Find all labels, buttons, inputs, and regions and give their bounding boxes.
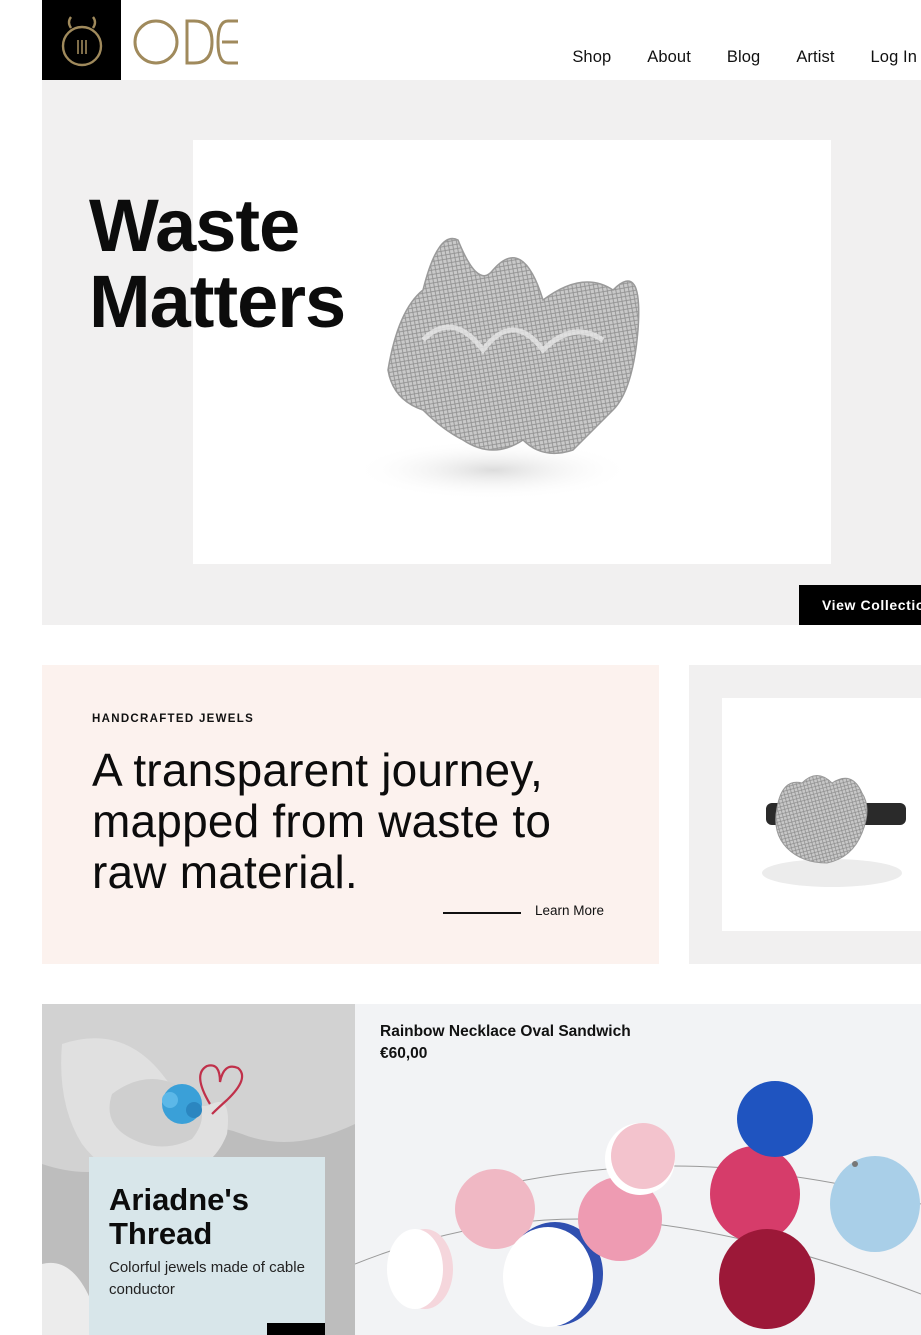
ariadne-title: Ariadne's Thread xyxy=(109,1183,249,1251)
logo-icon[interactable] xyxy=(42,0,121,80)
ariadne-button[interactable] xyxy=(267,1323,325,1335)
product-name[interactable]: Rainbow Necklace Oval Sandwich xyxy=(380,1023,631,1041)
learn-more-line xyxy=(443,912,521,914)
hero-section: Waste Matters View Collection xyxy=(42,80,921,625)
main-nav: Shop About Blog Artist Log In xyxy=(536,48,921,67)
journey-eyebrow: HANDCRAFTED JEWELS xyxy=(92,713,255,725)
nav-login[interactable]: Log In xyxy=(871,48,917,67)
product-price: €60,00 xyxy=(380,1045,428,1062)
nav-shop[interactable]: Shop xyxy=(572,48,611,67)
ariadne-title-line1: Ariadne's xyxy=(109,1182,250,1217)
featured-product-image[interactable] xyxy=(722,698,921,931)
journey-section: HANDCRAFTED JEWELS A transparent journey… xyxy=(42,665,659,964)
journey-heading: A transparent journey, mapped from waste… xyxy=(92,744,552,898)
hero-title: Waste Matters xyxy=(89,188,346,343)
nav-about[interactable]: About xyxy=(647,48,691,67)
nav-artist[interactable]: Artist xyxy=(796,48,834,67)
learn-more-link[interactable]: Learn More xyxy=(535,903,604,918)
rainbow-product-image xyxy=(355,1004,921,1335)
ariadne-subtitle: Colorful jewels made of cable conductor xyxy=(109,1259,305,1298)
brand-wordmark[interactable] xyxy=(132,16,242,68)
ariadne-collection-tile[interactable]: Ariadne's Thread Colorful jewels made of… xyxy=(42,1004,355,1335)
ariadne-title-line2: Thread xyxy=(109,1216,213,1251)
ariadne-info-panel: Ariadne's Thread Colorful jewels made of… xyxy=(89,1157,325,1335)
nav-blog[interactable]: Blog xyxy=(727,48,760,67)
featured-product-tile[interactable] xyxy=(689,665,921,964)
rainbow-product-tile[interactable]: Rainbow Necklace Oval Sandwich €60,00 xyxy=(355,1004,921,1335)
view-collection-button[interactable]: View Collection xyxy=(799,585,921,625)
hero-title-line2: Matters xyxy=(89,260,346,343)
hero-title-line1: Waste xyxy=(89,184,300,267)
